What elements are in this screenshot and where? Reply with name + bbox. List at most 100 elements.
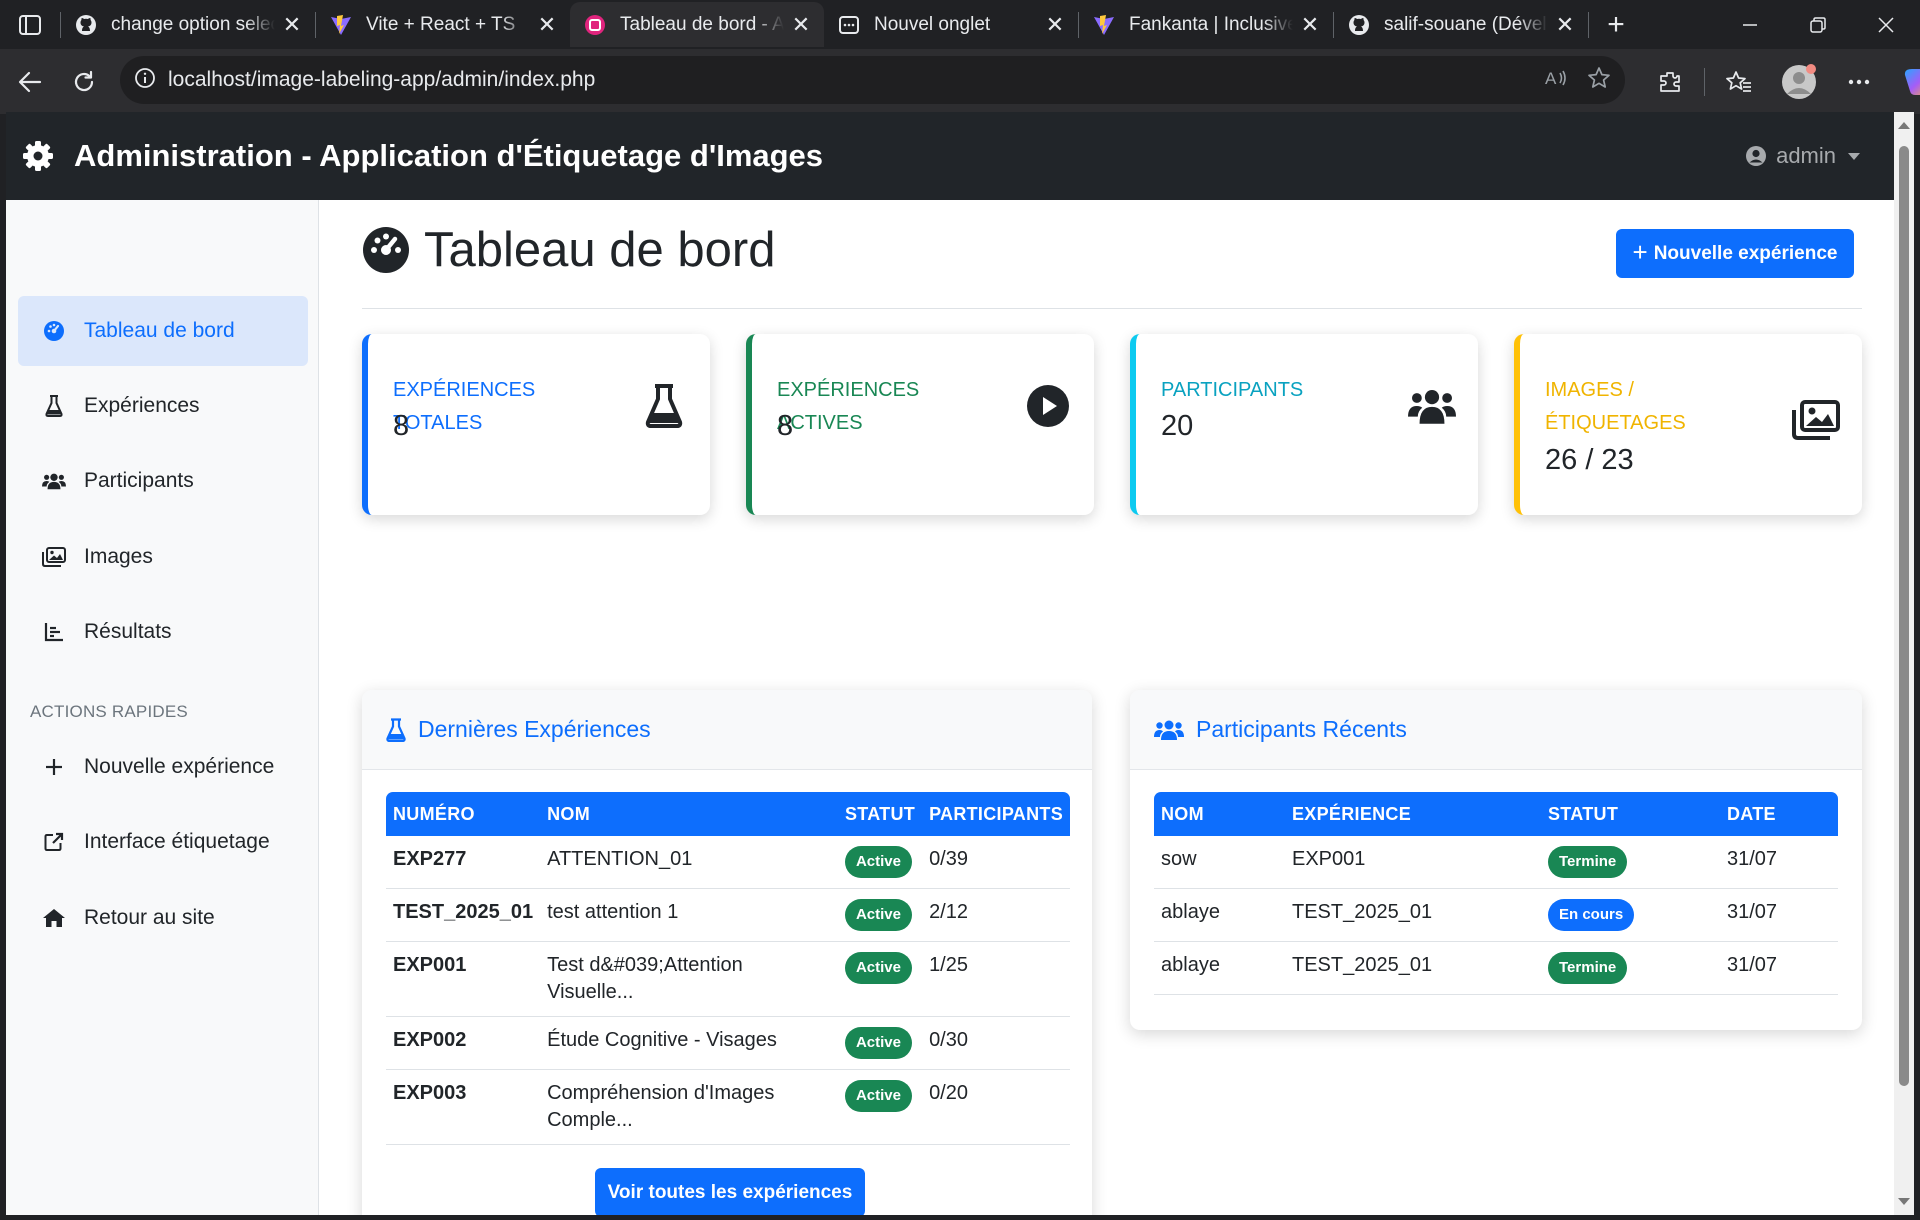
tab-title: Tableau de bord - Application: [620, 13, 784, 35]
main-content: Tableau de bord + Nouvelle expérience EX…: [319, 200, 1894, 1215]
back-icon[interactable]: [3, 55, 57, 109]
tab-title: Nouvel onglet: [874, 13, 991, 35]
column-header[interactable]: NUMÉRO: [386, 792, 541, 836]
participant-name: sow: [1154, 836, 1285, 889]
page-title-text: Tableau de bord: [424, 223, 776, 277]
stat-label: PARTICIPANTS: [1161, 379, 1304, 401]
column-header[interactable]: STATUT: [1541, 792, 1720, 836]
browser-tab-0[interactable]: change option select ✕: [61, 2, 315, 47]
participant-experiment: TEST_2025_01: [1285, 941, 1541, 995]
cog-icon: [22, 140, 54, 172]
table-row: ablaye TEST_2025_01 En cours 31/07: [1154, 888, 1838, 942]
scroll-up-icon[interactable]: [1898, 122, 1910, 129]
minimize-icon[interactable]: [1716, 0, 1784, 49]
toolbar-separator: [1704, 67, 1705, 96]
navbar-brand[interactable]: Administration - Application d'Étiquetag…: [22, 138, 823, 174]
close-tab-icon[interactable]: ✕: [1554, 12, 1576, 38]
column-header[interactable]: EXPÉRIENCE: [1285, 792, 1541, 836]
status-badge: En cours: [1548, 899, 1635, 931]
new-experience-button[interactable]: + Nouvelle expérience: [1616, 229, 1854, 278]
close-tab-icon[interactable]: ✕: [790, 12, 812, 38]
status-cell: Active: [837, 836, 923, 889]
browser-tab-2-active[interactable]: Tableau de bord - Application ✕: [570, 2, 824, 47]
close-tab-icon[interactable]: ✕: [281, 12, 303, 38]
restore-icon[interactable]: [1784, 0, 1852, 49]
participant-date: 31/07: [1720, 836, 1838, 889]
experiment-participants: 2/12: [922, 888, 1070, 942]
browser-tab-1[interactable]: Vite + React + TS ✕: [316, 2, 570, 47]
quick-actions-heading: ACTIONS RAPIDES: [30, 702, 188, 721]
more-menu-icon[interactable]: [1829, 49, 1889, 114]
stat-card-images-labelings: IMAGES / ÉTIQUETAGES 26 / 23: [1514, 334, 1862, 515]
sidebar-item-results[interactable]: Résultats: [18, 597, 308, 667]
sidebar-item-labeling-interface[interactable]: Interface étiquetage: [18, 807, 308, 877]
recent-participants-panel: Participants Récents NOM EXPÉRIENCE STAT…: [1130, 690, 1862, 1030]
reload-icon[interactable]: [57, 55, 111, 109]
plus-icon: [42, 755, 66, 779]
stat-value: 8: [777, 410, 794, 442]
user-circle-icon: [1745, 145, 1767, 167]
users-icon: [42, 469, 66, 493]
column-header[interactable]: NOM: [540, 792, 838, 836]
caret-down-icon: [1848, 152, 1860, 160]
scrollbar-thumb[interactable]: [1899, 146, 1909, 1086]
column-header[interactable]: DATE: [1720, 792, 1838, 836]
status-cell: Termine: [1541, 941, 1720, 995]
newtab-icon: [838, 14, 860, 36]
site-info-icon[interactable]: [134, 67, 156, 94]
stat-label: IMAGES / ÉTIQUETAGES: [1545, 379, 1686, 434]
read-aloud-icon[interactable]: A: [1545, 67, 1569, 94]
browser-tab-5[interactable]: salif-souane (Développeur) ✕: [1334, 2, 1588, 47]
participant-date: 31/07: [1720, 941, 1838, 995]
column-header[interactable]: PARTICIPANTS: [922, 792, 1070, 836]
scroll-down-icon[interactable]: [1898, 1198, 1910, 1205]
view-all-experiments-button[interactable]: Voir toutes les expériences: [595, 1168, 865, 1215]
browser-tab-4[interactable]: Fankanta | Inclusive Ed ✕: [1079, 2, 1333, 47]
sidebar-item-experiences[interactable]: Expériences: [18, 371, 308, 441]
play-circle-icon: [1024, 382, 1072, 430]
tab-title: change option select: [111, 13, 275, 35]
close-window-icon[interactable]: [1852, 0, 1920, 49]
table-row: EXP002 Étude Cognitive - Visages Active …: [386, 1016, 1070, 1070]
favorite-star-icon[interactable]: [1587, 66, 1611, 95]
page-title: Tableau de bord: [362, 222, 775, 278]
new-tab-button[interactable]: +: [1589, 0, 1643, 49]
sidebar-item-participants[interactable]: Participants: [18, 446, 308, 516]
users-icon: [1154, 719, 1184, 741]
sidebar-item-new-experience[interactable]: Nouvelle expérience: [18, 732, 308, 802]
participant-name: ablaye: [1154, 888, 1285, 942]
latest-experiments-panel: Dernières Expériences NUMÉRO NOM STATUT …: [362, 690, 1092, 1215]
page-scrollbar[interactable]: [1894, 112, 1914, 1215]
stat-card-active-experiences: EXPÉRIENCES ACTIVES 8: [746, 334, 1094, 515]
profile-avatar-icon[interactable]: [1769, 49, 1829, 114]
experiment-number: TEST_2025_01: [386, 888, 541, 942]
column-header[interactable]: STATUT: [837, 792, 923, 836]
address-bar[interactable]: localhost/image-labeling-app/admin/index…: [120, 56, 1625, 104]
extensions-icon[interactable]: [1640, 49, 1700, 114]
tab-actions-menu-icon[interactable]: [0, 0, 60, 49]
user-dropdown[interactable]: admin: [1745, 112, 1860, 200]
close-tab-icon[interactable]: ✕: [1044, 12, 1066, 38]
experiment-number: EXP001: [386, 941, 541, 1017]
status-badge: Active: [844, 846, 912, 878]
vite-icon: [1093, 14, 1115, 36]
sidebar-item-dashboard[interactable]: Tableau de bord: [18, 296, 308, 366]
close-tab-icon[interactable]: ✕: [1299, 12, 1321, 38]
browser-tab-3[interactable]: Nouvel onglet ✕: [824, 2, 1078, 47]
copilot-icon[interactable]: [1889, 49, 1920, 114]
sidebar-item-back-to-site[interactable]: Retour au site: [18, 883, 308, 953]
experiment-name: Test d&#039;Attention Visuelle...: [540, 941, 838, 1017]
status-badge: Termine: [1548, 952, 1628, 984]
sidebar-item-label: Nouvelle expérience: [84, 755, 275, 778]
sidebar-item-label: Tableau de bord: [84, 319, 235, 342]
status-badge: Active: [844, 952, 912, 984]
sidebar-item-label: Retour au site: [84, 906, 215, 929]
column-header[interactable]: NOM: [1154, 792, 1285, 836]
sidebar-item-images[interactable]: Images: [18, 522, 308, 592]
page-viewport: Administration - Application d'Étiquetag…: [6, 112, 1894, 1215]
experiment-participants: 0/39: [922, 836, 1070, 889]
close-tab-icon[interactable]: ✕: [536, 12, 558, 38]
gauge-icon: [42, 319, 66, 343]
favorites-icon[interactable]: [1709, 49, 1769, 114]
stat-card-total-experiences: EXPÉRIENCES TOTALES 8: [362, 334, 710, 515]
